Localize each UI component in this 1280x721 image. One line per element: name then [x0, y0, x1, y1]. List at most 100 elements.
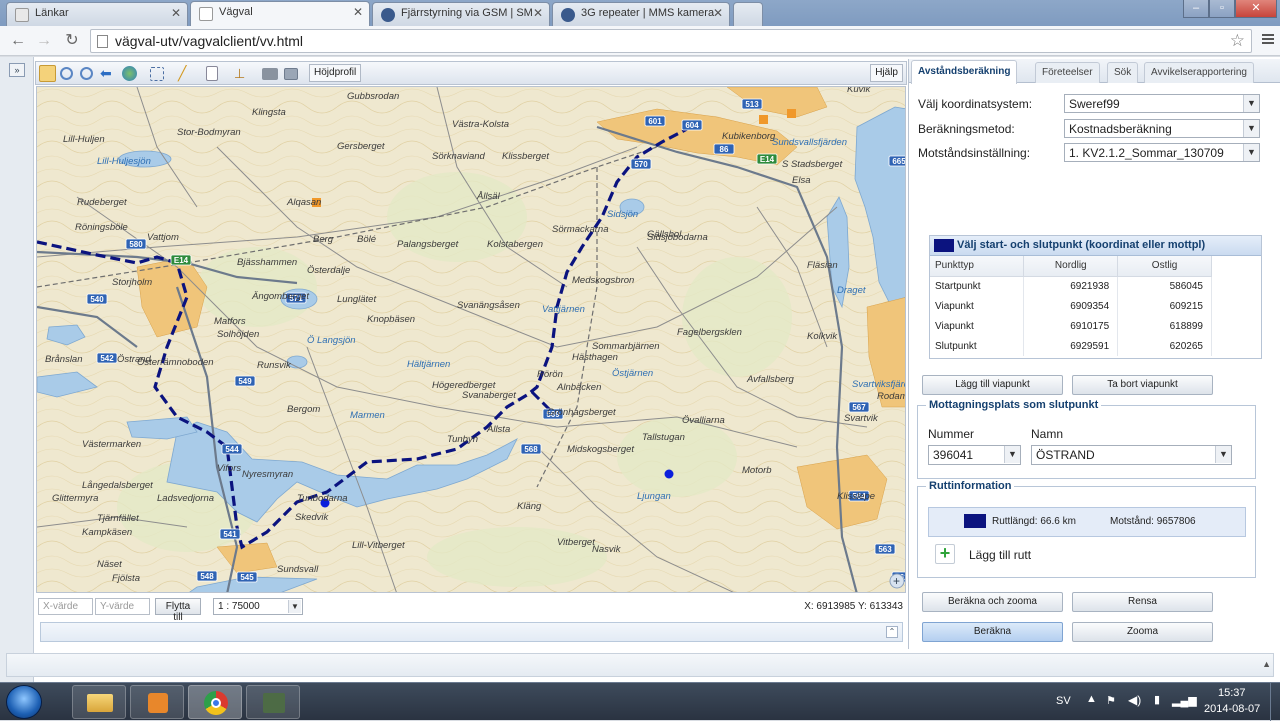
road-shield-label: 568	[524, 445, 538, 454]
flag-icon[interactable]: ⚑	[1106, 694, 1116, 707]
place-name-label: Ladsvedjorna	[157, 493, 214, 504]
place-name-label: Rudeberget	[77, 197, 127, 208]
expand-panel-icon[interactable]: »	[9, 63, 25, 77]
explorer-folder-icon[interactable]	[72, 685, 126, 719]
zoom-plus-icon[interactable]: +	[889, 573, 905, 589]
viapunkt-marker[interactable]	[664, 469, 674, 479]
browser-nav-bar: ← → ↻ vägval-utv/vagvalclient/vv.html ☆	[0, 26, 1280, 56]
clock-date[interactable]: 2014-08-07	[1204, 703, 1260, 715]
berakningsmetod-select[interactable]: Kostnadsberäkning ▼	[1064, 119, 1260, 138]
chrome-icon[interactable]	[188, 685, 242, 719]
address-bar[interactable]: vägval-utv/vagvalclient/vv.html ☆	[90, 29, 1252, 53]
mottagningsplats-marker[interactable]	[759, 115, 768, 124]
table-row[interactable]: Slutpunkt 6929591 620265	[930, 336, 1212, 356]
select-area-icon[interactable]	[150, 67, 164, 81]
table-row[interactable]: Viapunkt 6910175 618899	[930, 316, 1212, 336]
reload-icon[interactable]: ↻	[62, 31, 82, 51]
close-icon[interactable]: ✕	[713, 6, 723, 20]
media-player-icon[interactable]	[130, 685, 184, 719]
bookmark-star-icon[interactable]: ☆	[1230, 31, 1245, 51]
minimize-button[interactable]: –	[1183, 0, 1209, 18]
add-plus-icon[interactable]: +	[935, 544, 955, 564]
volume-icon[interactable]: ◀)	[1128, 693, 1141, 707]
globe-icon[interactable]	[122, 66, 137, 81]
previous-extent-icon[interactable]: ⬅	[100, 65, 117, 82]
tab-lankar[interactable]: Länkar ✕	[6, 2, 188, 26]
motstand-value: 1. KV2.1.2_Sommar_130709	[1069, 146, 1224, 160]
page-status-bar: ▲	[6, 653, 1274, 677]
tab-avstandsberakning[interactable]: Avståndsberäkning	[911, 60, 1018, 84]
close-icon[interactable]: ✕	[353, 5, 363, 19]
road-sign-icon[interactable]: ⊥	[234, 65, 251, 82]
place-name-label: Sommarbjärnen	[592, 341, 660, 352]
measure-pencil-icon[interactable]: ╱	[178, 65, 195, 82]
help-button[interactable]: Hjälp	[870, 64, 903, 82]
berakna-button[interactable]: Beräkna	[922, 622, 1063, 642]
window-close-button[interactable]: ✕	[1235, 0, 1277, 18]
language-indicator[interactable]: SV	[1056, 695, 1071, 707]
nummer-select[interactable]: 396041 ▼	[928, 445, 1021, 465]
browser-menu-icon[interactable]	[1262, 34, 1274, 46]
column-header[interactable]: Nordlig	[1023, 256, 1119, 277]
namn-select[interactable]: ÖSTRAND ▼	[1031, 445, 1232, 465]
print-icon[interactable]	[262, 68, 278, 80]
place-name-label: Gubbsrodan	[347, 91, 399, 102]
lagg-till-viapunkt-button[interactable]: Lägg till viapunkt	[922, 375, 1063, 395]
close-icon[interactable]: ✕	[533, 6, 543, 20]
koordinatsystem-select[interactable]: Sweref99 ▼	[1064, 94, 1260, 113]
place-name-label: Svartvik	[844, 413, 879, 424]
place-name-label: Fläsian	[807, 260, 838, 271]
app-icon[interactable]	[246, 685, 300, 719]
hojdprofil-button[interactable]: Höjdprofil	[309, 64, 362, 82]
battery-icon[interactable]: ▮	[1154, 693, 1160, 706]
y-value-input[interactable]: Y-värde	[95, 598, 150, 615]
flytta-till-button[interactable]: Flytta till	[155, 598, 201, 623]
lagg-till-rutt-link[interactable]: Lägg till rutt	[969, 548, 1031, 562]
road-shield-label: 548	[200, 572, 214, 581]
zoom-out-icon[interactable]	[80, 67, 93, 80]
new-tab-button[interactable]	[733, 2, 763, 26]
close-icon[interactable]: ✕	[171, 6, 181, 20]
ta-bort-viapunkt-button[interactable]: Ta bort viapunkt	[1072, 375, 1213, 395]
new-document-icon[interactable]	[206, 66, 218, 81]
scroll-up-icon[interactable]: ▲	[1262, 659, 1271, 669]
tab-avvikelserapportering[interactable]: Avvikelserapportering	[1144, 62, 1254, 83]
start-orb-icon[interactable]	[6, 685, 42, 719]
scale-select[interactable]: 1 : 75000 ▼	[213, 598, 303, 615]
x-value-input[interactable]: X-värde	[38, 598, 93, 615]
forward-arrow-icon[interactable]: →	[34, 31, 54, 51]
zooma-button[interactable]: Zooma	[1072, 622, 1213, 642]
save-icon[interactable]	[284, 68, 298, 80]
back-arrow-icon[interactable]: ←	[8, 31, 28, 51]
rensa-button[interactable]: Rensa	[1072, 592, 1213, 612]
tray-arrow-icon[interactable]: ▲	[1086, 693, 1097, 705]
nummer-label: Nummer	[928, 427, 975, 441]
expand-up-icon[interactable]: ⌃	[886, 626, 898, 638]
column-header[interactable]: Punkttyp	[930, 256, 1025, 277]
place-name-label: Ljungan	[637, 491, 671, 502]
cursor-coordinates: X: 6913985 Y: 613343	[804, 601, 903, 612]
tab-fjarrstyrning[interactable]: Fjärrstyrning via GSM | SM ✕	[372, 2, 550, 26]
motstand-select[interactable]: 1. KV2.1.2_Sommar_130709 ▼	[1064, 143, 1260, 162]
berakna-och-zooma-button[interactable]: Beräkna och zooma	[922, 592, 1063, 612]
mottagningsplats-title: Mottagningsplats som slutpunkt	[929, 399, 1099, 411]
table-row[interactable]: Viapunkt 6909354 609215	[930, 296, 1212, 316]
route-info-row[interactable]: Ruttlängd: 66.6 km Motstånd: 9657806	[928, 507, 1246, 537]
clock-time[interactable]: 15:37	[1218, 687, 1246, 699]
place-name-label: Ängomberget	[251, 291, 309, 302]
tab-sok[interactable]: Sök	[1107, 62, 1139, 83]
zoom-in-icon[interactable]	[60, 67, 73, 80]
maximize-button[interactable]: ▫	[1209, 0, 1235, 18]
koordinatsystem-label: Välj koordinatsystem:	[918, 97, 1033, 111]
table-row[interactable]: Startpunkt 6921938 586045	[930, 276, 1212, 296]
tab-foreteelser[interactable]: Företeelser	[1035, 62, 1100, 83]
tab-vagval[interactable]: Vägval ✕	[190, 1, 370, 27]
map-canvas[interactable]: 513 601 604 86 E14 570 665 580 E14 540 571 542 549 56…	[36, 86, 906, 593]
mottagningsplats-marker[interactable]	[787, 109, 796, 118]
place-name-label: Lunglätet	[337, 294, 376, 305]
network-signal-icon[interactable]: ▂▄▆	[1172, 694, 1197, 707]
pan-hand-icon[interactable]	[39, 65, 56, 82]
tab-3g-repeater[interactable]: 3G repeater | MMS kamera ✕	[552, 2, 730, 26]
column-header[interactable]: Ostlig	[1117, 256, 1212, 277]
show-desktop-button[interactable]	[1270, 683, 1280, 721]
